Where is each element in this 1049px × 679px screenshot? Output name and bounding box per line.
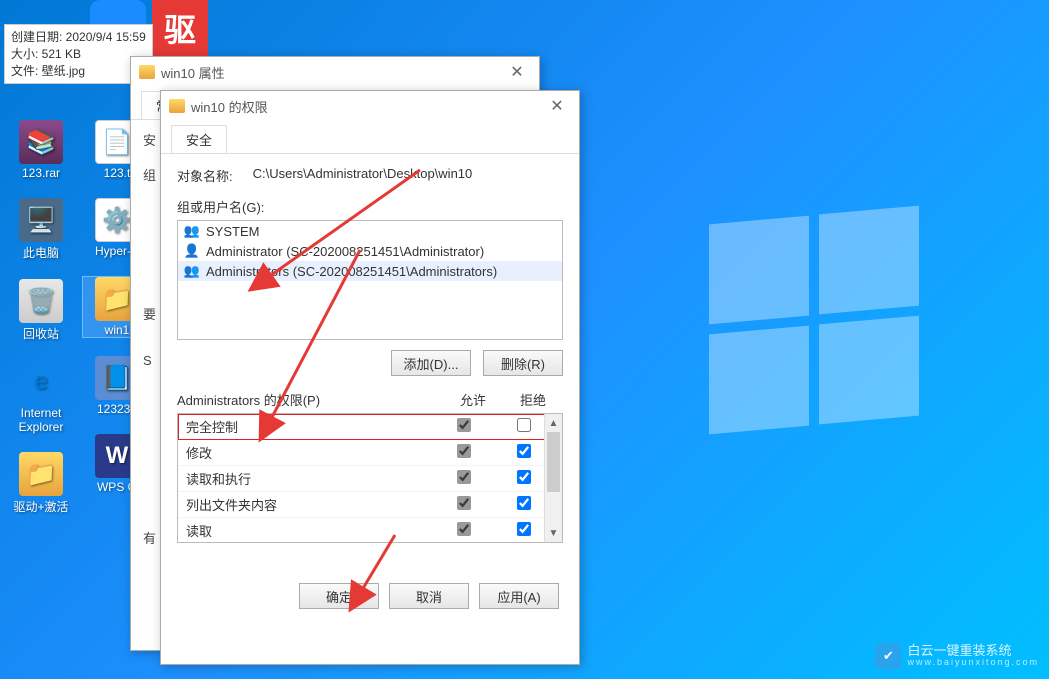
desktop-icon-ie[interactable]: eInternet Explorer: [6, 360, 76, 434]
close-icon[interactable]: ✕: [503, 62, 531, 82]
allow-checkbox[interactable]: [457, 496, 471, 510]
scrollbar[interactable]: ▲ ▼: [544, 414, 562, 542]
watermark-sub: www.baiyunxitong.com: [907, 658, 1039, 668]
permissions-listbox[interactable]: 完全控制修改读取和执行列出文件夹内容读取 ▲ ▼: [177, 413, 563, 543]
permission-name: 完全控制: [186, 417, 434, 436]
deny-header: 拒绝: [503, 390, 563, 409]
list-item[interactable]: 👥SYSTEM: [178, 221, 562, 241]
tooltip-line: 文件: 壁纸.jpg: [11, 63, 146, 80]
perm-title: Administrators 的权限(P): [177, 390, 443, 409]
desktop-icons-col1: 📚123.rar 🖥️此电脑 🗑️回收站 eInternet Explorer …: [6, 120, 76, 515]
users-icon: 👥: [184, 263, 200, 279]
titlebar[interactable]: win10 属性 ✕: [131, 57, 539, 87]
scroll-thumb[interactable]: [547, 432, 560, 492]
desktop-icon-thispc[interactable]: 🖥️此电脑: [6, 198, 76, 261]
cancel-button[interactable]: 取消: [389, 583, 469, 609]
driver-app-icon[interactable]: 驱: [152, 0, 208, 56]
deny-checkbox[interactable]: [517, 470, 531, 484]
allow-header: 允许: [443, 390, 503, 409]
permission-row[interactable]: 读取和执行: [178, 466, 562, 492]
tooltip-line: 创建日期: 2020/9/4 15:59: [11, 29, 146, 46]
user-icon: 👤: [184, 243, 200, 259]
watermark-title: 白云一键重装系统: [907, 644, 1039, 658]
permission-name: 列出文件夹内容: [186, 495, 434, 514]
permission-name: 修改: [186, 443, 434, 462]
deny-checkbox[interactable]: [517, 522, 531, 536]
permission-name: 读取: [186, 521, 434, 540]
folder-icon: [139, 65, 155, 79]
desktop-icon-recyclebin[interactable]: 🗑️回收站: [6, 279, 76, 342]
remove-button[interactable]: 删除(R): [483, 350, 563, 376]
users-listbox[interactable]: 👥SYSTEM 👤Administrator (SC-202008251451\…: [177, 220, 563, 340]
permission-row[interactable]: 列出文件夹内容: [178, 492, 562, 518]
permission-row[interactable]: 读取: [178, 518, 562, 543]
permission-row[interactable]: 完全控制: [178, 414, 562, 440]
permissions-header: Administrators 的权限(P) 允许 拒绝: [177, 390, 563, 409]
deny-checkbox[interactable]: [517, 444, 531, 458]
tooltip-line: 大小: 521 KB: [11, 46, 146, 63]
tab-bar: 安全: [161, 121, 579, 154]
titlebar[interactable]: win10 的权限 ✕: [161, 91, 579, 121]
watermark-icon: ✔: [875, 643, 901, 669]
scroll-down-icon[interactable]: ▼: [545, 524, 562, 542]
allow-checkbox[interactable]: [457, 470, 471, 484]
object-name-label: 对象名称:: [177, 166, 233, 185]
permissions-dialog: win10 的权限 ✕ 安全 对象名称: C:\Users\Administra…: [160, 90, 580, 665]
apply-button[interactable]: 应用(A): [479, 583, 559, 609]
deny-checkbox[interactable]: [517, 418, 531, 432]
ok-button[interactable]: 确定: [299, 583, 379, 609]
watermark: ✔ 白云一键重装系统 www.baiyunxitong.com: [875, 643, 1039, 669]
desktop-icon-driver[interactable]: 📁驱动+激活: [6, 452, 76, 515]
deny-checkbox[interactable]: [517, 496, 531, 510]
add-button[interactable]: 添加(D)...: [391, 350, 471, 376]
permission-name: 读取和执行: [186, 469, 434, 488]
list-item-selected[interactable]: 👥Administrators (SC-202008251451\Adminis…: [178, 261, 562, 281]
users-icon: 👥: [184, 223, 200, 239]
dialog-body: 对象名称: C:\Users\Administrator\Desktop\win…: [161, 154, 579, 621]
group-users-label: 组或用户名(G):: [177, 197, 563, 216]
list-item[interactable]: 👤Administrator (SC-202008251451\Administ…: [178, 241, 562, 261]
desktop-icon-rar[interactable]: 📚123.rar: [6, 120, 76, 180]
permission-row[interactable]: 修改: [178, 440, 562, 466]
object-path: C:\Users\Administrator\Desktop\win10: [253, 166, 473, 185]
dialog-title: win10 的权限: [191, 97, 268, 116]
folder-icon: [169, 99, 185, 113]
windows-logo: [709, 220, 929, 440]
allow-checkbox[interactable]: [457, 444, 471, 458]
allow-checkbox[interactable]: [457, 522, 471, 536]
scroll-up-icon[interactable]: ▲: [545, 414, 562, 432]
dialog-title: win10 属性: [161, 63, 225, 82]
tab-security[interactable]: 安全: [171, 125, 227, 153]
allow-checkbox[interactable]: [457, 418, 471, 432]
close-icon[interactable]: ✕: [543, 96, 571, 116]
